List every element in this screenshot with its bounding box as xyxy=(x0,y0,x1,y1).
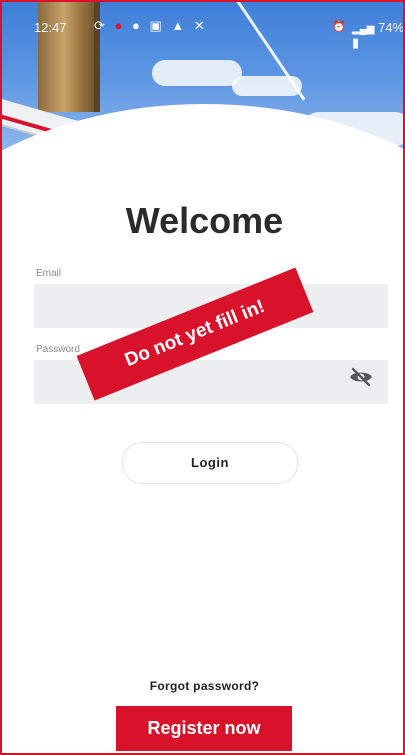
warning-icon: ▲ xyxy=(171,18,188,33)
sync-icon: ⟳ xyxy=(94,18,108,33)
register-button[interactable]: Register now xyxy=(116,706,292,751)
password-label: Password xyxy=(36,344,80,355)
gallery-icon: ▣ xyxy=(149,18,165,33)
app-frame: 12:47 ⟳ ● ● ▣ ▲ ✕ ⏰ ▂▄▆ 74% ▮ Welcome Em… xyxy=(0,0,405,755)
login-button[interactable]: Login xyxy=(122,442,298,484)
eye-off-icon[interactable] xyxy=(348,364,374,390)
notification-icon: ● xyxy=(114,18,126,33)
status-system-icons: ⏰ xyxy=(332,20,346,33)
status-notification-icons: ⟳ ● ● ▣ ▲ ✕ xyxy=(94,18,208,34)
battery-level: ▂▄▆ 74% ▮ xyxy=(352,20,405,51)
cloud-shape xyxy=(152,60,242,86)
signal-off-icon: ✕ xyxy=(193,18,208,33)
status-bar: 12:47 ⟳ ● ● ▣ ▲ ✕ ⏰ ▂▄▆ 74% ▮ xyxy=(2,2,403,50)
alarm-icon: ⏰ xyxy=(332,21,346,33)
email-label: Email xyxy=(36,268,62,279)
battery-icon: ▮ xyxy=(352,35,360,50)
status-time: 12:47 xyxy=(34,20,67,35)
mail-icon: ● xyxy=(132,18,143,33)
page-title: Welcome xyxy=(125,200,284,241)
forgot-password-link[interactable]: Forgot password? xyxy=(2,679,403,693)
signal-icon: ▂▄▆ xyxy=(352,24,375,35)
battery-percent: 74% xyxy=(378,20,405,35)
